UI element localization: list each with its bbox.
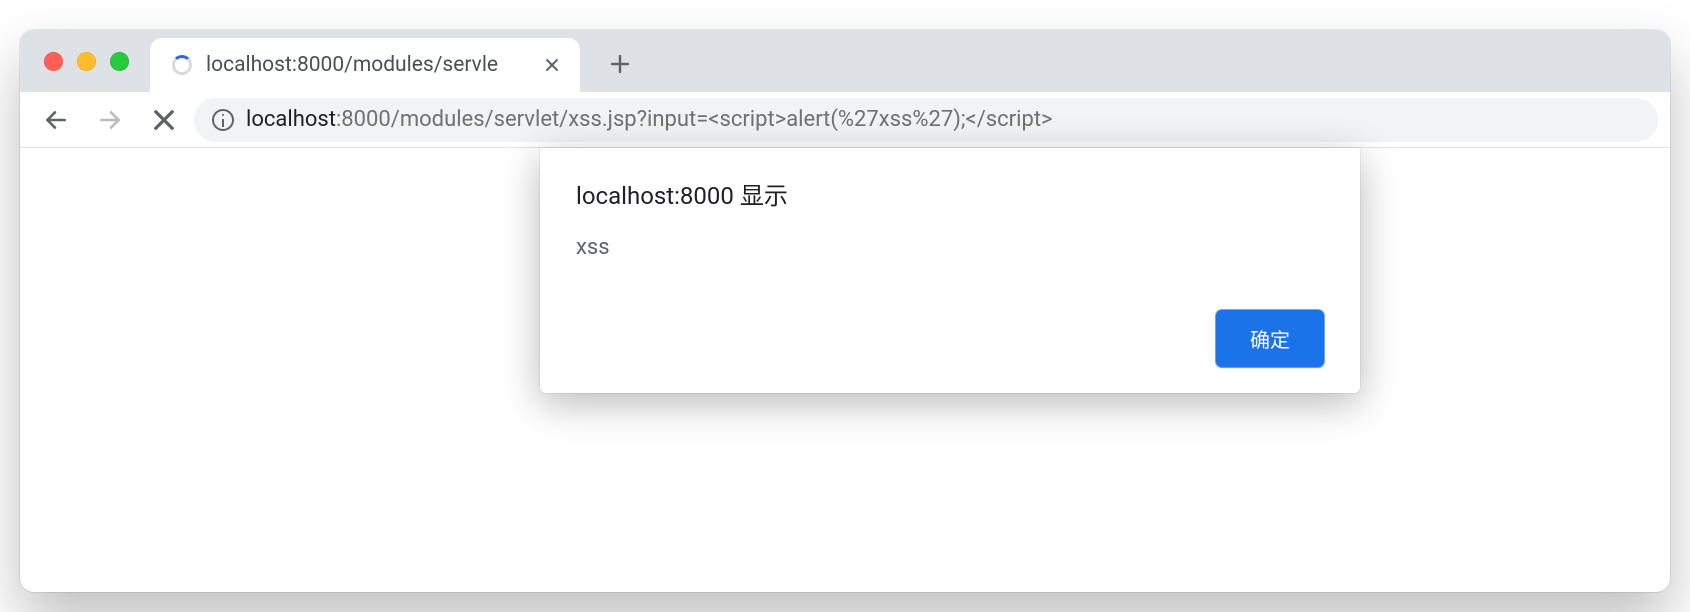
new-tab-button[interactable]: [600, 44, 640, 84]
window-controls: [44, 52, 129, 71]
browser-tab[interactable]: localhost:8000/modules/servle: [150, 38, 580, 92]
arrow-right-icon: [97, 107, 123, 133]
maximize-window-button[interactable]: [110, 52, 129, 71]
stop-button[interactable]: [140, 98, 188, 142]
close-tab-button[interactable]: [542, 55, 562, 75]
plus-icon: [610, 54, 630, 74]
site-info-icon[interactable]: [212, 109, 234, 131]
close-icon: [544, 57, 560, 73]
url-text: localhost:8000/modules/servlet/xss.jsp?i…: [246, 107, 1053, 132]
back-button[interactable]: [32, 98, 80, 142]
page-viewport: localhost:8000 显示 xss 确定: [20, 148, 1670, 592]
arrow-left-icon: [43, 107, 69, 133]
forward-button[interactable]: [86, 98, 134, 142]
alert-title: localhost:8000 显示: [576, 176, 1324, 211]
url-host: localhost: [246, 107, 336, 132]
browser-window: localhost:8000/modules/servle: [20, 30, 1670, 592]
tab-title: localhost:8000/modules/servle: [206, 53, 498, 77]
url-path: :8000/modules/servlet/xss.jsp?input=<scr…: [336, 107, 1053, 132]
toolbar: localhost:8000/modules/servlet/xss.jsp?i…: [20, 92, 1670, 148]
loading-spinner-icon: [172, 55, 192, 75]
close-icon: [153, 109, 175, 131]
alert-message: xss: [576, 235, 1324, 260]
address-bar[interactable]: localhost:8000/modules/servlet/xss.jsp?i…: [194, 98, 1658, 142]
alert-actions: 确定: [576, 310, 1324, 367]
close-window-button[interactable]: [44, 52, 63, 71]
minimize-window-button[interactable]: [77, 52, 96, 71]
javascript-alert-dialog: localhost:8000 显示 xss 确定: [540, 148, 1360, 393]
ok-button[interactable]: 确定: [1216, 310, 1324, 367]
tab-strip: localhost:8000/modules/servle: [20, 30, 1670, 92]
